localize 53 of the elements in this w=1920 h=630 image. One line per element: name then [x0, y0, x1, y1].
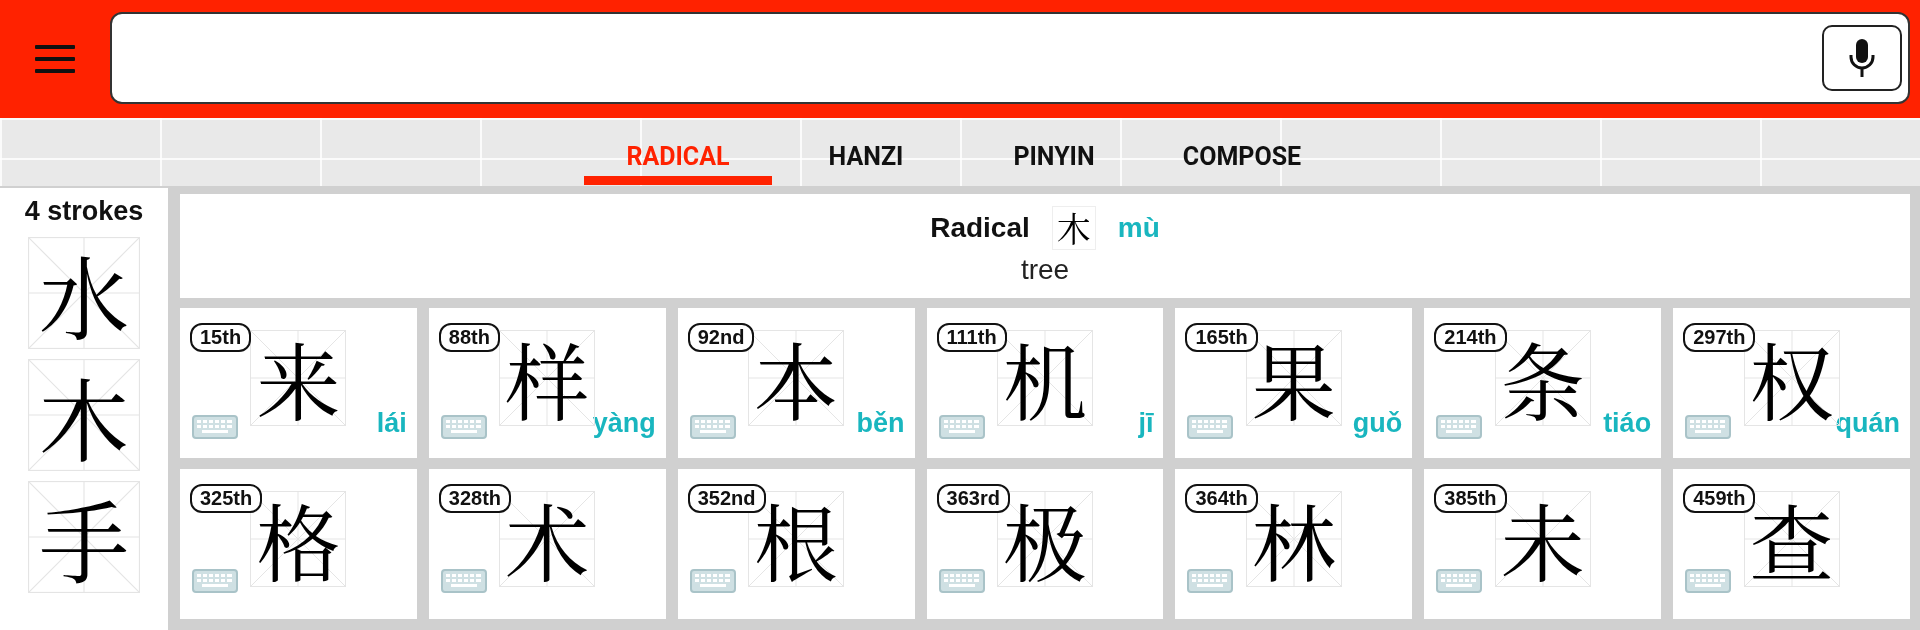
- keyboard-icon[interactable]: [440, 569, 487, 593]
- keyboard-icon[interactable]: [1685, 569, 1732, 593]
- rank-badge: 385th: [1434, 484, 1507, 513]
- pinyin-label: yàng: [592, 408, 656, 439]
- pinyin-label: běn: [856, 408, 905, 439]
- radical-pinyin: mù: [1117, 212, 1160, 244]
- rank-badge: 459th: [1683, 484, 1756, 513]
- keyboard-icon[interactable]: [1187, 569, 1234, 593]
- keyboard-icon[interactable]: [1187, 415, 1234, 439]
- rank-badge: 214th: [1434, 323, 1507, 352]
- microphone-button[interactable]: [1822, 25, 1902, 91]
- radical-meaning: tree: [1020, 253, 1070, 286]
- pinyin-label: tiáo: [1603, 408, 1652, 439]
- tab[interactable]: PINYIN: [960, 118, 1148, 185]
- radical-character[interactable]: 水: [39, 248, 129, 338]
- menu-icon: [33, 42, 77, 76]
- keyboard-icon[interactable]: [938, 569, 985, 593]
- stroke-count-label: 4 strokes: [24, 196, 144, 227]
- hanzi-character: 来: [256, 336, 341, 420]
- microphone-icon: [1847, 37, 1877, 79]
- search-field[interactable]: [110, 12, 1910, 104]
- keyboard-icon[interactable]: [192, 569, 238, 593]
- keyboard-icon[interactable]: [689, 415, 736, 439]
- radical-character: 木: [1051, 206, 1096, 250]
- rank-badge: 352nd: [687, 484, 766, 513]
- pinyin-label: jī: [1138, 408, 1154, 439]
- keyboard-icon[interactable]: [1436, 569, 1483, 593]
- keyboard-icon[interactable]: [440, 415, 487, 439]
- rank-badge: 364th: [1185, 484, 1258, 513]
- hanzi-character: 样: [505, 336, 590, 420]
- pinyin-label: guǒ: [1352, 408, 1403, 439]
- keyboard-icon[interactable]: [1436, 415, 1483, 439]
- rank-badge: 325th: [190, 484, 263, 513]
- tab[interactable]: COMPOSE: [1148, 118, 1336, 185]
- pinyin-label: quán: [1835, 408, 1900, 439]
- hanzi-character: 本: [754, 336, 839, 420]
- rank-badge: 165th: [1185, 323, 1258, 352]
- pinyin-label: lái: [376, 408, 407, 439]
- rank-badge: 111th: [936, 323, 1007, 352]
- rank-badge: 328th: [438, 484, 512, 513]
- rank-badge: 297th: [1683, 323, 1756, 352]
- tab[interactable]: HANZI: [772, 118, 960, 185]
- keyboard-icon[interactable]: [938, 415, 985, 439]
- radical-character[interactable]: 木: [39, 370, 129, 460]
- radical-character[interactable]: 手: [39, 492, 129, 582]
- rank-badge: 88th: [438, 323, 500, 352]
- keyboard-icon[interactable]: [689, 569, 736, 593]
- radical-label: Radical: [930, 212, 1030, 244]
- keyboard-icon[interactable]: [1685, 415, 1732, 439]
- rank-badge: 15th: [190, 323, 252, 352]
- rank-badge: 92nd: [687, 323, 755, 352]
- rank-badge: 363rd: [936, 484, 1010, 513]
- keyboard-icon[interactable]: [192, 415, 238, 439]
